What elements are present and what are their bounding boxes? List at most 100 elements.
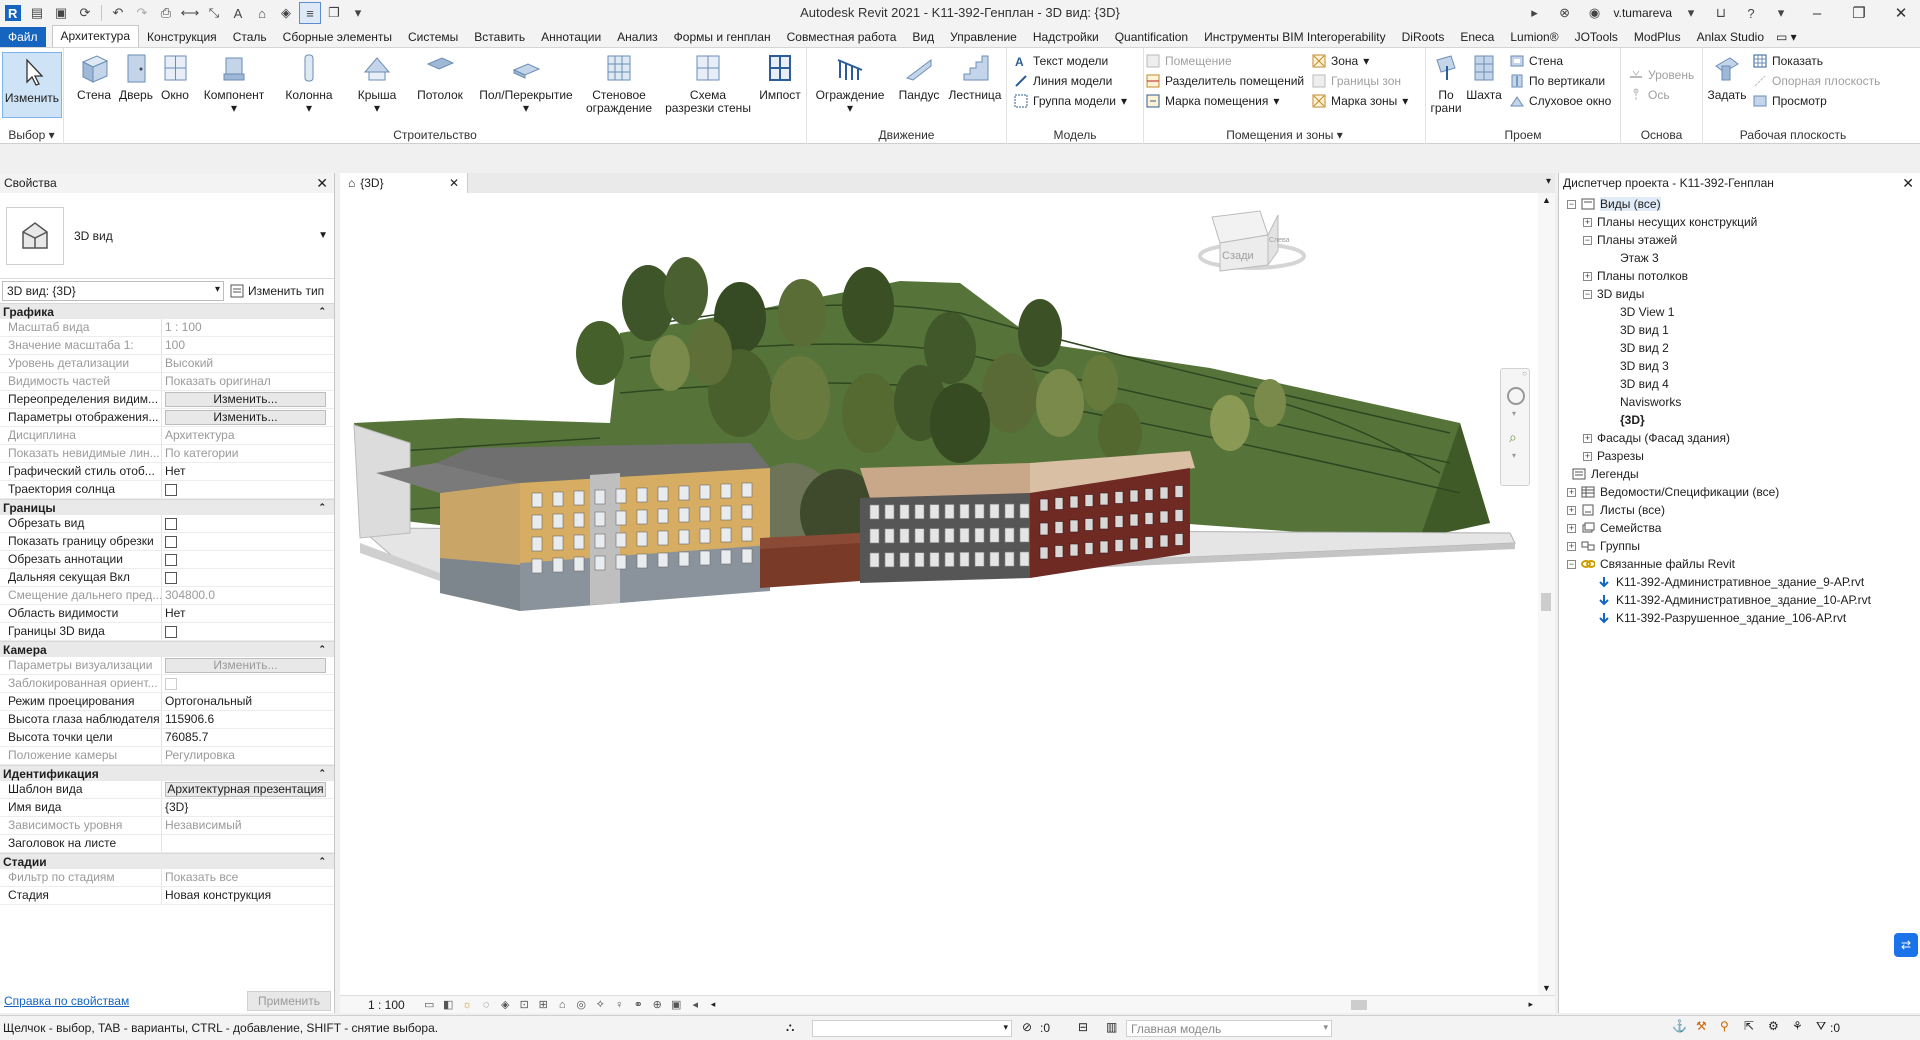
model-group-button[interactable]: Группа модели ▾ [1014, 94, 1127, 108]
property-edit-button[interactable]: Изменить... [165, 392, 326, 407]
stair-button[interactable]: Лестница [947, 52, 1003, 102]
curtain-grid-button[interactable]: Схема разрезки стены [664, 52, 752, 115]
property-value[interactable] [162, 835, 334, 852]
browser-item[interactable]: − Планы этажей [1559, 231, 1920, 249]
chevron-down-icon[interactable]: ▾ [1512, 409, 1516, 418]
browser-item[interactable]: + Разрезы [1559, 447, 1920, 465]
drawing-area[interactable]: Сзади Слева ○ ▾ ⌕ ▾ [340, 193, 1550, 995]
tab-quantification[interactable]: Quantification [1107, 27, 1196, 47]
room-tag-button[interactable]: Марка помещения ▾ [1146, 94, 1279, 108]
expand-node-icon[interactable]: + [1567, 487, 1576, 497]
browser-item[interactable]: {3D} [1559, 411, 1920, 429]
property-checkbox[interactable] [165, 572, 177, 584]
show-crop-icon[interactable]: ⊞ [534, 998, 553, 1011]
browser-item[interactable]: 3D вид 1 [1559, 321, 1920, 339]
column-button[interactable]: Колонна ▾ [282, 52, 336, 115]
select-by-face-icon[interactable]: ⇱ [1744, 1019, 1754, 1033]
model-text-button[interactable]: A Текст модели [1014, 54, 1108, 68]
analytical-model-icon[interactable]: ⊕ [648, 998, 667, 1011]
property-checkbox[interactable] [165, 518, 177, 530]
tab-view[interactable]: Вид [904, 27, 942, 47]
tab-manage[interactable]: Управление [942, 27, 1025, 47]
tab-diroots[interactable]: DiRoots [1394, 27, 1453, 47]
tab-precast[interactable]: Сборные элементы [275, 27, 400, 47]
view-instance-select[interactable]: 3D вид: {3D} ▾ [2, 281, 224, 301]
panel-select-title[interactable]: Выбор ▾ [0, 128, 63, 142]
browser-item[interactable]: Легенды [1559, 465, 1920, 483]
tab-bim-interoperability[interactable]: Инструменты BIM Interoperability [1196, 27, 1394, 47]
property-checkbox[interactable] [165, 536, 177, 548]
property-value[interactable]: Изменить... [162, 391, 334, 408]
browser-item[interactable]: K11-392-Административное_здание_9-АР.rvt [1559, 573, 1920, 591]
hscroll-left-icon[interactable]: ◂ [711, 999, 716, 1010]
save-icon[interactable]: ▣ [50, 2, 72, 24]
3d-view-icon[interactable]: ⌂ [251, 2, 273, 24]
crop-view-icon[interactable]: ⊡ [515, 998, 534, 1011]
component-button[interactable]: Компонент ▾ [200, 52, 268, 115]
property-value[interactable]: Архитектурная презентация [162, 781, 334, 798]
door-button[interactable]: Дверь [118, 52, 154, 102]
horizontal-scrollbar[interactable] [721, 999, 1522, 1011]
browser-item[interactable]: K11-392-Разрушенное_здание_106-АР.rvt [1559, 609, 1920, 627]
scroll-down-icon[interactable]: ▼ [1542, 983, 1551, 993]
tab-insert[interactable]: Вставить [466, 27, 533, 47]
property-value[interactable]: Нет [162, 605, 334, 622]
print-icon[interactable]: ⎙ [155, 2, 177, 24]
properties-section-header[interactable]: Стадии ⌃ [0, 853, 334, 869]
dormer-opening-button[interactable]: Слуховое окно [1510, 94, 1611, 108]
view-scale[interactable]: 1 : 100 [368, 998, 405, 1012]
dimension-icon[interactable]: ⤡ [203, 2, 225, 24]
property-value[interactable]: Изменить... [162, 409, 334, 426]
visual-style-icon[interactable]: ◧ [439, 998, 458, 1011]
type-selector[interactable]: 3D вид ▼ [0, 193, 334, 279]
model-line-button[interactable]: Линия модели [1014, 74, 1112, 88]
tab-massing-site[interactable]: Формы и генплан [666, 27, 779, 47]
chevron-down-icon[interactable]: ▾ [1512, 451, 1516, 460]
tab-systems[interactable]: Системы [400, 27, 466, 47]
area-boundary-button[interactable]: Границы зон [1312, 74, 1401, 88]
browser-item[interactable]: + Планы несущих конструкций [1559, 213, 1920, 231]
area-tag-button[interactable]: Марка зоны ▾ [1312, 94, 1408, 108]
open-icon[interactable]: ▤ [26, 2, 48, 24]
render-icon[interactable]: ◈ [496, 998, 515, 1011]
ref-plane-button[interactable]: Опорная плоскость [1753, 74, 1880, 88]
browser-item[interactable]: + Листы (все) [1559, 501, 1920, 519]
switch-windows-icon[interactable]: ❐ [323, 2, 345, 24]
browser-item[interactable]: − Связанные файлы Revit [1559, 555, 1920, 573]
expand-node-icon[interactable]: + [1583, 451, 1592, 461]
tab-analyze[interactable]: Анализ [609, 27, 666, 47]
browser-item[interactable]: Этаж 3 [1559, 249, 1920, 267]
expand-node-icon[interactable]: + [1567, 541, 1576, 551]
level-button[interactable]: Уровень [1629, 68, 1694, 82]
help-icon[interactable]: ? [1738, 2, 1764, 24]
area-button[interactable]: Зона ▾ [1312, 54, 1369, 68]
collapse-icon[interactable]: ⌃ [318, 856, 326, 867]
3d-model-view[interactable]: Сзади Слева [340, 193, 1550, 995]
browser-item[interactable]: + Планы потолков [1559, 267, 1920, 285]
zoom-icon[interactable]: ⌕ [1509, 429, 1517, 446]
browser-item[interactable]: 3D вид 3 [1559, 357, 1920, 375]
editable-only-icon[interactable]: ▥ [1106, 1020, 1117, 1034]
expand-node-icon[interactable]: + [1567, 523, 1576, 533]
edit-type-button[interactable]: Изменить тип [230, 284, 324, 298]
room-button[interactable]: Помещение [1146, 54, 1232, 68]
floor-button[interactable]: Пол/Перекрытие ▾ [476, 52, 576, 115]
temp-view-props-icon[interactable]: ♀ [610, 999, 629, 1011]
close-icon[interactable]: ✕ [316, 175, 328, 192]
shadows-icon[interactable]: ◌ [477, 999, 496, 1011]
property-value[interactable] [162, 623, 334, 640]
shaft-button[interactable]: Шахта [1466, 52, 1502, 102]
workset-icon[interactable]: ⛬ [786, 1020, 794, 1035]
measure-icon[interactable]: ⟷ [179, 2, 201, 24]
roof-button[interactable]: Крыша ▾ [354, 52, 400, 115]
sync-icon[interactable]: ⟳ [74, 2, 96, 24]
ramp-button[interactable]: Пандус [897, 52, 941, 102]
drag-elements-icon[interactable]: ⚙ [1768, 1019, 1779, 1033]
properties-section-header[interactable]: Графика ⌃ [0, 303, 334, 319]
restore-button[interactable]: ❐ [1840, 0, 1878, 26]
tag-icon[interactable]: A [227, 2, 249, 24]
collapse-icon[interactable]: ⌃ [318, 502, 326, 513]
close-icon[interactable]: ✕ [1902, 175, 1914, 192]
viewer-button[interactable]: Просмотр [1753, 94, 1827, 108]
tab-jotools[interactable]: JOTools [1567, 27, 1626, 47]
